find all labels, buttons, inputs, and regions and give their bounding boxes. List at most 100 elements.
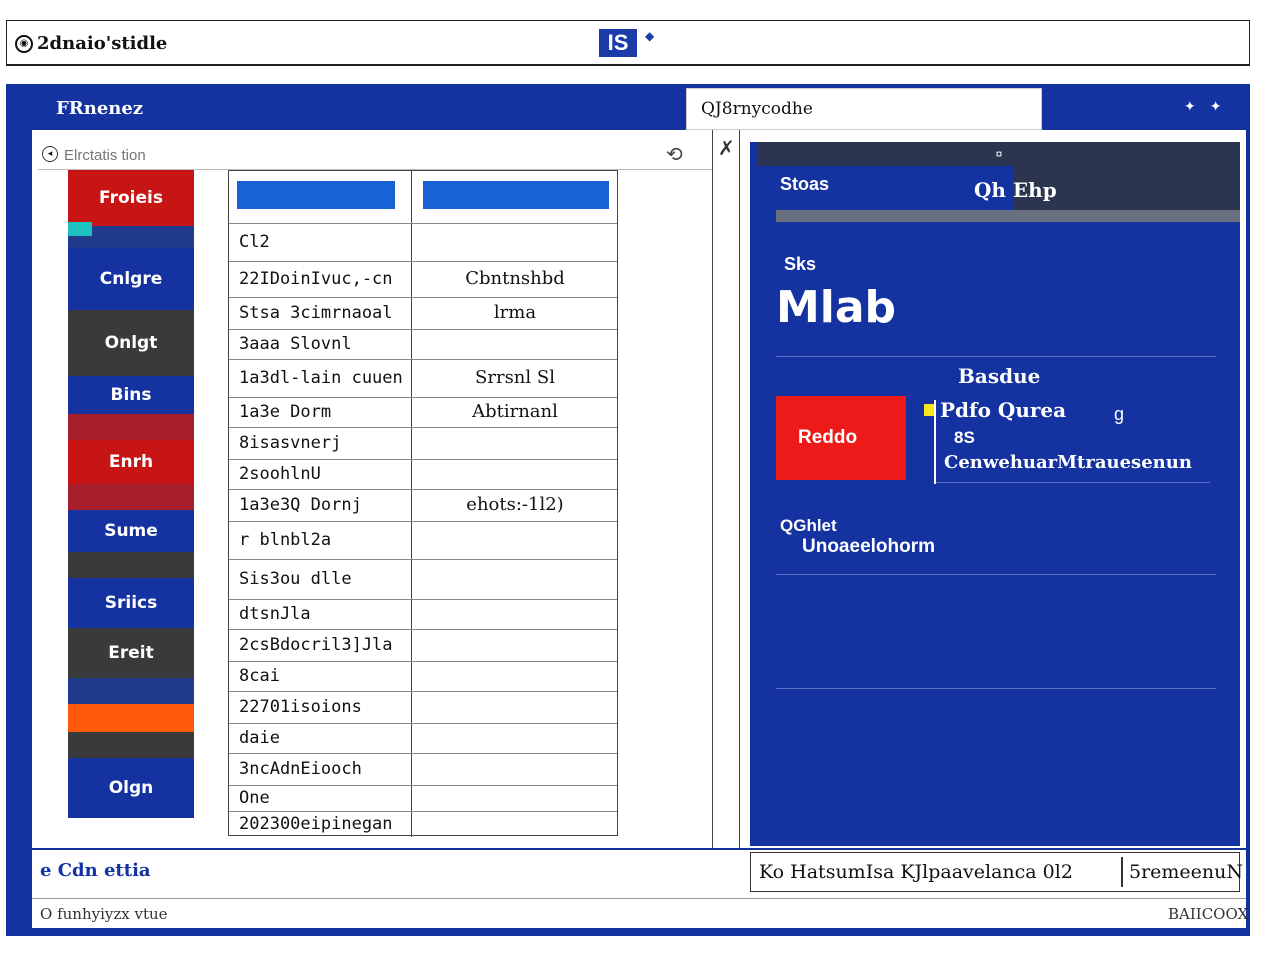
- sidebar-item[interactable]: Olgn: [68, 758, 194, 818]
- brand-logo: IS: [599, 29, 637, 57]
- sidebar-item: [68, 484, 194, 510]
- table-cell: Srrsnl Sl: [475, 367, 555, 388]
- sidebar-item: [68, 732, 194, 758]
- table-cell: 2csBdocril3]Jla: [239, 635, 393, 655]
- warning-marker-icon: [924, 404, 934, 416]
- detail-line-suffix: g: [1114, 404, 1125, 424]
- filter-input[interactable]: [64, 144, 644, 166]
- table-row[interactable]: 3aaa Slovnl: [229, 329, 617, 359]
- table-header-cell[interactable]: [237, 181, 395, 209]
- table-row[interactable]: r blnbl2a: [229, 521, 617, 559]
- table-row[interactable]: 1a3dl-lain cuuen Srrsnl Sl: [229, 359, 617, 397]
- sidebar-item[interactable]: Sriics: [68, 578, 194, 628]
- table-cell: 202300eipinegan: [239, 814, 393, 834]
- frame-controls[interactable]: ✦✦: [1184, 98, 1235, 115]
- table-row[interactable]: dtsnJla: [229, 599, 617, 629]
- table-cell: lrma: [493, 302, 537, 323]
- refresh-icon[interactable]: ⟲: [666, 142, 683, 167]
- table-row[interactable]: 1a3e3Q Dornj ehots:-1l2): [229, 489, 617, 521]
- metric-value: Mlab: [776, 282, 897, 333]
- frame-control-icon[interactable]: ✦: [1210, 98, 1236, 114]
- table-row[interactable]: 22IDoinIvuc,-cn Cbntnshbd: [229, 261, 617, 297]
- table-row[interactable]: 202300eipinegan: [229, 811, 617, 837]
- divider: [776, 688, 1216, 689]
- divider: [712, 130, 713, 848]
- table-row[interactable]: 8isasvnerj: [229, 427, 617, 459]
- filter-bar: ◂ ⟲: [38, 138, 712, 170]
- footer-right[interactable]: BAIICOOX: [1168, 905, 1248, 923]
- table-cell: 1a3e3Q Dornj: [239, 495, 362, 515]
- sidebar: Froieis Cnlgre Onlgt Bins Enrh Sume Sriics Erei…: [68, 170, 194, 836]
- table-cell: 2soohlnU: [239, 464, 321, 484]
- sidebar-item: [68, 414, 194, 440]
- table-cell: 1a3dl-lain cuuen: [239, 368, 403, 388]
- table-row[interactable]: 8cai: [229, 661, 617, 691]
- title-bar: ◉ 2dnaio'stidle IS ◆: [6, 20, 1250, 66]
- table-row[interactable]: daie: [229, 723, 617, 753]
- tab-status[interactable]: Stoas: [780, 174, 829, 195]
- sidebar-item[interactable]: Cnlgre: [68, 248, 194, 310]
- table-row[interactable]: 3ncAdnEiooch: [229, 753, 617, 785]
- footer: O funhyiyzx vtue BAIICOOX: [32, 898, 1248, 928]
- sidebar-item[interactable]: Enrh: [68, 440, 194, 484]
- table-cell: 3aaa Slovnl: [239, 334, 352, 354]
- status-left[interactable]: e Cdn ettia: [40, 860, 151, 881]
- detail-line: CenwehuarMtrauesenun: [944, 452, 1192, 473]
- table-cell: ehots:-1l2): [466, 494, 564, 515]
- divider: [776, 574, 1216, 575]
- section-heading: Basdue: [958, 364, 1041, 388]
- data-table: Cl2 22IDoinIvuc,-cn Cbntnshbd Stsa 3cimrnao…: [228, 170, 618, 837]
- table-cell: dtsnJla: [239, 604, 311, 624]
- workspace: ◂ ⟲ ✗ Froieis CnlgreOnlgtBins Enrh Sume Srii…: [32, 130, 1248, 928]
- tab-underline: [776, 210, 1240, 222]
- table-header-cell[interactable]: [423, 181, 609, 209]
- table-row[interactable]: 2csBdocril3]Jla: [229, 629, 617, 661]
- table-cell: 8cai: [239, 666, 280, 686]
- table-row[interactable]: Sis3ou dlle: [229, 559, 617, 599]
- table-cell: 22IDoinIvuc,-cn: [239, 269, 393, 289]
- table-row[interactable]: 2soohlnU: [229, 459, 617, 489]
- table-cell: Stsa 3cimrnaoal: [239, 303, 393, 323]
- table-cell: Cbntnshbd: [465, 268, 565, 289]
- top-search-input[interactable]: [686, 88, 1042, 130]
- table-row[interactable]: Stsa 3cimrnaoal lrma: [229, 297, 617, 329]
- panel-topbar: ¤: [758, 142, 1240, 166]
- main-frame: FRnenez ✦✦ ◂ ⟲ ✗ Froieis CnlgreOnlgtBins E…: [6, 84, 1250, 936]
- status-bar: Ko HatsumIsa KJlpaavelanca 0l2 5remeenuN: [750, 852, 1243, 892]
- footer-left: O funhyiyzx vtue: [40, 905, 168, 923]
- table-cell: 8isasvnerj: [239, 433, 342, 453]
- table-cell: 3ncAdnEiooch: [239, 759, 362, 779]
- detail-border: [934, 400, 936, 484]
- detail-panel: ¤ Stoas Qh Ehp Sks Mlab Basdue Reddo Pdf…: [750, 142, 1240, 846]
- app-icon: ◉: [15, 34, 33, 53]
- frame-control-icon[interactable]: ✦: [1184, 98, 1210, 114]
- table-cell: 22701isoions: [239, 697, 362, 717]
- sidebar-item[interactable]: Bins: [68, 376, 194, 414]
- frame-title: FRnenez: [56, 98, 144, 119]
- tab-other[interactable]: Qh Ehp: [974, 178, 1057, 202]
- logo-menu-icon[interactable]: ◆: [645, 29, 654, 43]
- sidebar-item: [68, 704, 194, 732]
- divider: [32, 848, 1246, 850]
- table-cell: r blnbl2a: [239, 530, 332, 550]
- divider: [739, 130, 740, 848]
- sidebar-item[interactable]: Ereit: [68, 628, 194, 678]
- filter-icon: ◂: [42, 146, 58, 162]
- sidebar-accent-marker: [68, 222, 92, 236]
- table-row[interactable]: Cl2: [229, 223, 617, 261]
- table-row[interactable]: 1a3e Dorm Abtirnanl: [229, 397, 617, 427]
- status-separator: [1121, 857, 1123, 887]
- sidebar-item[interactable]: Froieis: [68, 170, 194, 226]
- table-cell: Abtirnanl: [472, 401, 558, 422]
- sidebar-item[interactable]: Sume: [68, 510, 194, 552]
- table-row[interactable]: One: [229, 785, 617, 811]
- pin-icon[interactable]: ✗: [718, 136, 735, 161]
- divider: [776, 356, 1216, 357]
- table-cell: 1a3e Dorm: [239, 402, 332, 422]
- red-action-button[interactable]: Reddo: [776, 396, 906, 480]
- status-tail[interactable]: 5remeenuN: [1129, 861, 1243, 883]
- table-row[interactable]: 22701isoions: [229, 691, 617, 723]
- sidebar-item: [68, 552, 194, 578]
- table-cell: daie: [239, 728, 280, 748]
- sidebar-item[interactable]: Onlgt: [68, 310, 194, 376]
